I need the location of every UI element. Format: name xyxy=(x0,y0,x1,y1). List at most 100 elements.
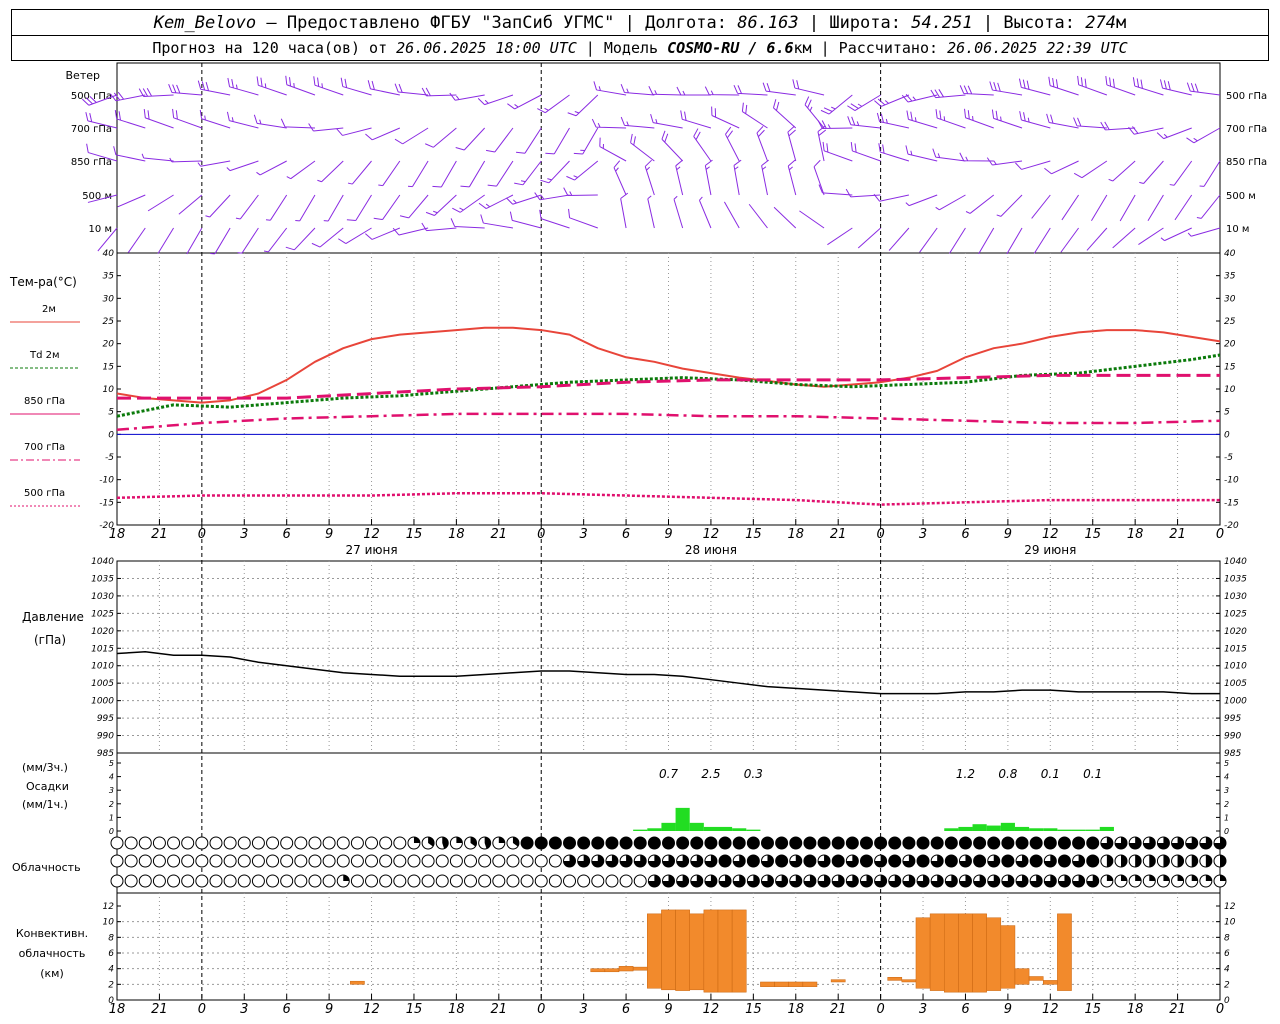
pressure-axis-tick-label: 985 xyxy=(1224,749,1241,759)
pressure-axis-tick-label: 990 xyxy=(97,732,114,742)
convective-bar xyxy=(689,913,705,991)
temp-axis-tick-label: 20 xyxy=(1224,340,1236,350)
cloud-cover-symbol xyxy=(1199,854,1213,868)
precip-bar xyxy=(1071,829,1086,831)
cloud-cover-symbol xyxy=(563,874,577,888)
convective-bar xyxy=(675,909,690,991)
cloud-cover-symbol xyxy=(1171,874,1185,888)
time-tick-label: 21 xyxy=(151,1002,168,1017)
wind-barb xyxy=(1033,227,1051,254)
time-tick-label: 18 xyxy=(448,527,465,542)
cloud-cover-symbol xyxy=(365,836,379,850)
cloud-cover-symbol xyxy=(209,836,223,850)
wind-barb xyxy=(1147,194,1164,221)
wind-barb xyxy=(761,159,769,196)
wind-barb xyxy=(178,194,203,215)
cloud-cover-symbol xyxy=(662,836,675,850)
cloud-cover-symbol xyxy=(478,874,492,888)
conv-axis-tick-label: 4 xyxy=(1224,965,1230,975)
cloud-cover-symbol xyxy=(902,836,916,850)
wind-level-label: 500 гПа xyxy=(1226,91,1267,102)
precip-tick-label: 4 xyxy=(109,773,114,782)
cloud-cover-symbol xyxy=(1171,854,1185,868)
cloud-cover-symbol xyxy=(647,874,661,888)
wind-barb xyxy=(1018,78,1051,96)
time-tick-label: 0 xyxy=(537,1002,545,1017)
cloud-cover-symbol xyxy=(944,874,958,888)
wind-barb xyxy=(141,153,174,162)
wind-barb xyxy=(1159,79,1192,96)
wind-barb xyxy=(455,127,486,151)
wind-barb xyxy=(226,111,259,129)
cloud-cover-symbol xyxy=(591,874,605,888)
temp-axis-tick-label: -10 xyxy=(99,476,114,486)
pressure-line xyxy=(116,651,1220,695)
cloud-cover-symbol xyxy=(280,836,294,850)
cloud-cover-symbol xyxy=(110,874,124,888)
time-tick-label: 3 xyxy=(580,527,588,542)
cloud-cover-symbol xyxy=(1213,854,1227,868)
precip-tick-label: 3 xyxy=(109,786,114,795)
cloud-cover-symbol xyxy=(520,854,534,868)
wind-barb xyxy=(567,94,599,117)
cloud-cover-symbol xyxy=(1057,874,1071,888)
precip-tick-label: 4 xyxy=(1224,773,1229,782)
wind-barb xyxy=(486,127,514,153)
precip-bar xyxy=(689,822,704,831)
temp-axis-tick-label: -10 xyxy=(1224,476,1239,486)
cloud-cover-symbol xyxy=(1043,874,1057,888)
wind-barb xyxy=(827,227,853,246)
cloud-cover-symbol xyxy=(421,836,435,850)
temp-axis-tick-label: -5 xyxy=(1224,453,1233,463)
pressure-axis-tick-label: 990 xyxy=(1224,732,1241,742)
cloud-cover-symbol xyxy=(1128,874,1142,888)
cloud-cover-symbol xyxy=(987,854,1001,868)
cloud-cover-symbol xyxy=(181,836,195,850)
wind-barb xyxy=(537,94,570,114)
time-tick-label: 15 xyxy=(406,527,423,542)
cloud-cover-symbol xyxy=(1100,854,1114,868)
cloud-cover-symbol xyxy=(746,874,760,888)
wind-barb xyxy=(906,110,938,129)
precip-total-label: 0.3 xyxy=(744,767,763,781)
time-tick-label: 18 xyxy=(1127,1002,1144,1017)
wind-barb xyxy=(507,94,542,110)
wind-barb xyxy=(733,84,768,96)
cloud-cover-symbol xyxy=(266,836,280,850)
wind-barb xyxy=(425,194,457,216)
cloud-cover-symbol xyxy=(308,836,322,850)
wind-barb xyxy=(285,227,316,251)
temp-axis-tick-label: 20 xyxy=(103,340,115,350)
time-tick-label: 12 xyxy=(1042,1002,1059,1017)
wind-barb xyxy=(210,227,231,255)
cloud-cover-symbol xyxy=(223,836,237,850)
wind-barb xyxy=(373,194,401,221)
cloud-cover-symbol xyxy=(817,836,831,850)
cloud-cover-symbol xyxy=(633,854,647,868)
precip-tick-label: 3 xyxy=(1224,786,1229,795)
cloud-cover-symbol xyxy=(888,874,902,888)
cloud-cover-symbol xyxy=(775,836,789,850)
cloud-cover-symbol xyxy=(690,836,704,850)
pressure-axis-tick-label: 1010 xyxy=(91,662,114,672)
time-tick-label: 15 xyxy=(1084,1002,1101,1017)
cloud-cover-symbol xyxy=(1015,836,1029,850)
cloud-cover-symbol xyxy=(280,874,294,888)
wind-barb xyxy=(295,194,316,222)
wind-barb xyxy=(1060,227,1079,253)
cloud-cover-symbol xyxy=(223,874,237,888)
wind-level-label: 850 гПа xyxy=(1226,157,1267,168)
precip-tick-label: 5 xyxy=(1224,759,1229,768)
precip-bar xyxy=(1043,828,1058,831)
cloud-cover-symbol xyxy=(138,874,152,888)
pressure-axis-tick-label: 1035 xyxy=(1224,574,1247,584)
conv-axis-tick-label: 0 xyxy=(108,996,114,1006)
wind-barb xyxy=(599,137,627,162)
cloud-cover-symbol xyxy=(859,854,873,868)
cloud-cover-symbol xyxy=(1057,836,1071,850)
cloud-cover-symbol xyxy=(294,874,308,888)
time-tick-label: 0 xyxy=(876,1002,884,1017)
convective-bar xyxy=(986,917,1002,991)
wind-barb xyxy=(1006,227,1023,255)
wind-title: Ветер xyxy=(66,69,100,82)
